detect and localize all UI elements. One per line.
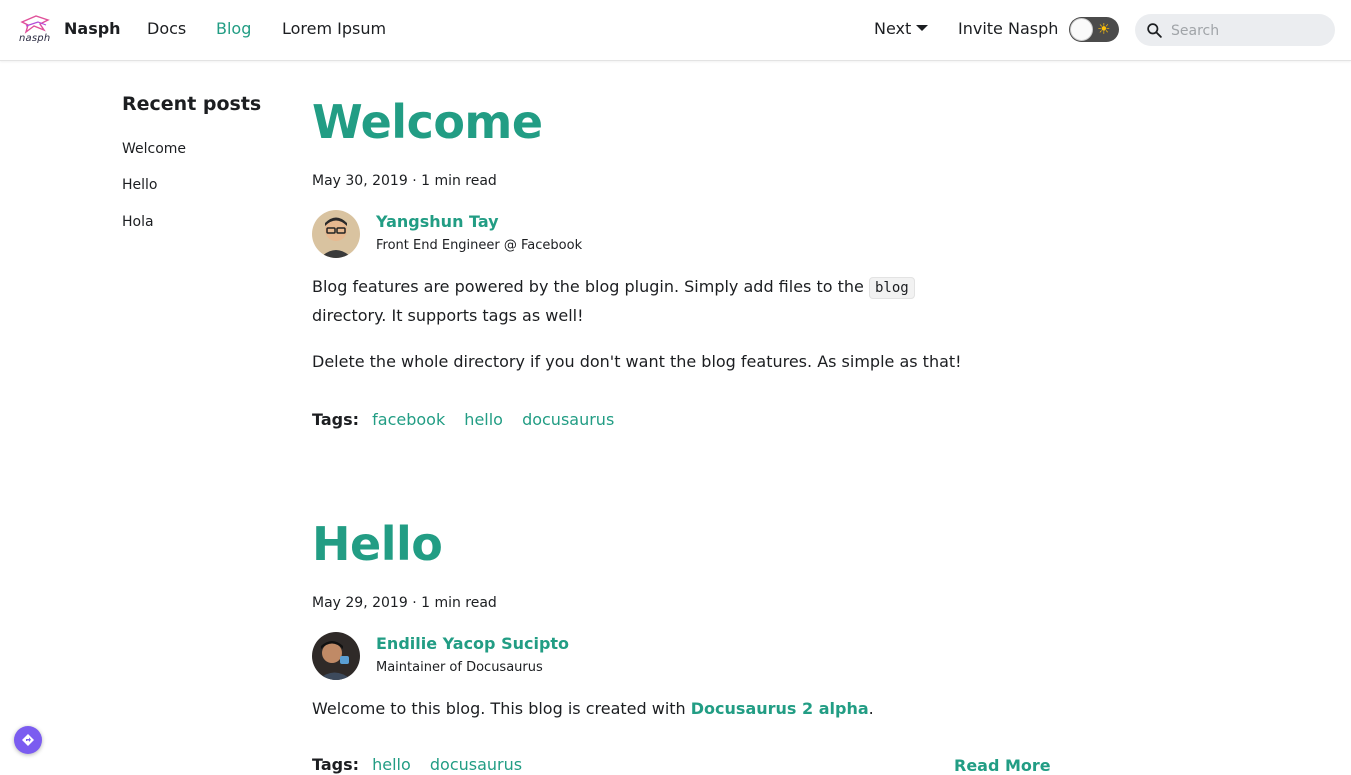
- author-avatar[interactable]: [312, 632, 360, 680]
- tag-link-docusaurus[interactable]: docusaurus: [430, 755, 522, 774]
- tags-row: Tags: hello docusaurus: [312, 755, 536, 774]
- caret-down-icon: [916, 24, 929, 31]
- author-name[interactable]: Yangshun Tay: [376, 212, 499, 231]
- sidebar-item-hello[interactable]: Hello: [122, 177, 158, 193]
- tags-label: Tags:: [312, 755, 360, 774]
- version-dropdown-label: Next: [874, 19, 912, 38]
- avatar-image: [312, 632, 360, 680]
- paragraph-text: Blog features are powered by the blog pl…: [312, 277, 869, 296]
- post-meta: May 30, 2019 · 1 min read: [312, 173, 497, 189]
- tag-link-facebook[interactable]: facebook: [372, 410, 445, 429]
- nav-link-blog[interactable]: Blog: [216, 19, 251, 38]
- version-dropdown[interactable]: Next: [874, 19, 929, 38]
- toggle-knob: [1070, 18, 1093, 41]
- paragraph-text: .: [868, 699, 874, 718]
- docusaurus-link[interactable]: Docusaurus 2 alpha: [691, 699, 869, 718]
- post-title[interactable]: Hello: [312, 521, 443, 567]
- floating-action-button[interactable]: [14, 726, 42, 754]
- paragraph-text: Welcome to this blog. This blog is creat…: [312, 699, 691, 718]
- tags-row: Tags: facebook hello docusaurus: [312, 410, 628, 429]
- search-input[interactable]: [1169, 20, 1329, 42]
- author-title: Front End Engineer @ Facebook: [376, 238, 583, 253]
- sun-icon: ☀: [1097, 20, 1111, 38]
- sidebar-item-hola[interactable]: Hola: [122, 214, 154, 230]
- tag-link-hello[interactable]: hello: [464, 410, 503, 429]
- invite-link[interactable]: Invite Nasph: [958, 19, 1058, 38]
- search-icon: [1147, 23, 1162, 38]
- post-title[interactable]: Welcome: [312, 99, 543, 145]
- avatar-image: [312, 210, 360, 258]
- post-paragraph: Delete the whole directory if you don't …: [312, 352, 962, 371]
- read-more-link[interactable]: Read More: [954, 756, 1051, 775]
- search-box[interactable]: [1135, 14, 1335, 46]
- post-paragraph: Welcome to this blog. This blog is creat…: [312, 695, 992, 723]
- sidebar-item-welcome[interactable]: Welcome: [122, 141, 186, 157]
- theme-toggle[interactable]: ☀: [1069, 17, 1119, 42]
- author-name[interactable]: Endilie Yacop Sucipto: [376, 634, 569, 653]
- tag-link-hello[interactable]: hello: [372, 755, 411, 774]
- diamond-arrow-icon: [22, 734, 34, 746]
- navbar: nasph Nasph Docs Blog Lorem Ipsum Next I…: [0, 0, 1351, 61]
- inline-code: blog: [868, 277, 915, 299]
- post-paragraph: Blog features are powered by the blog pl…: [312, 273, 992, 330]
- paragraph-text: directory. It supports tags as well!: [312, 306, 584, 325]
- tags-label: Tags:: [312, 410, 360, 429]
- author-avatar[interactable]: [312, 210, 360, 258]
- sidebar-title: Recent posts: [122, 93, 262, 115]
- nav-link-lorem-ipsum[interactable]: Lorem Ipsum: [282, 19, 386, 38]
- tag-link-docusaurus[interactable]: docusaurus: [522, 410, 614, 429]
- nav-link-docs[interactable]: Docs: [147, 19, 186, 38]
- brand-title[interactable]: Nasph: [64, 19, 121, 38]
- author-title: Maintainer of Docusaurus: [376, 660, 543, 675]
- logo-wordmark: nasph: [19, 33, 51, 44]
- post-meta: May 29, 2019 · 1 min read: [312, 595, 497, 611]
